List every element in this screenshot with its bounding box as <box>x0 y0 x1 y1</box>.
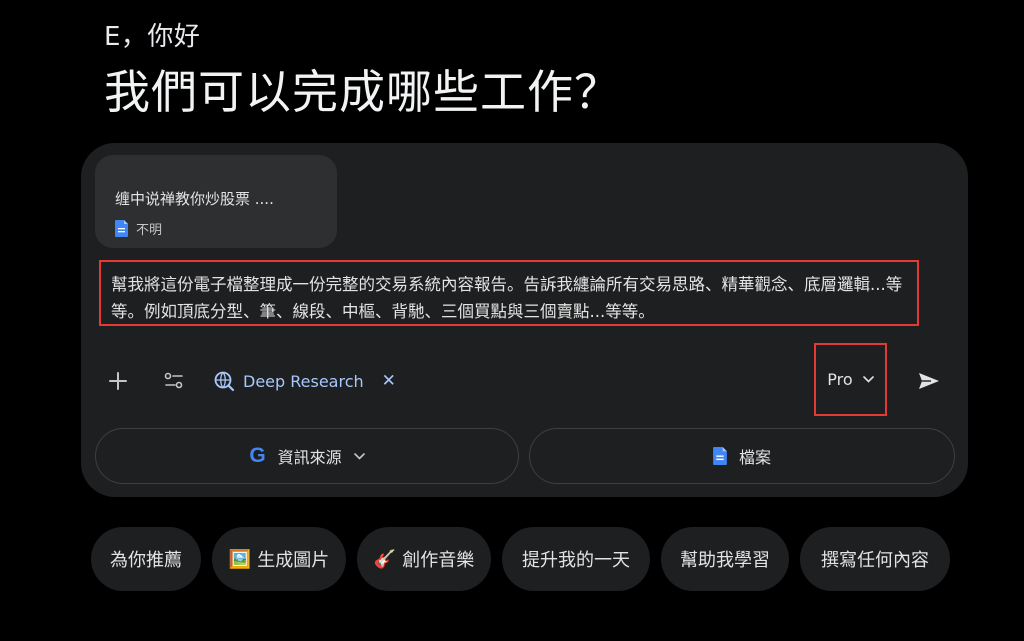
suggestion-chip[interactable]: 為你推薦 <box>91 527 201 591</box>
prompt-input[interactable]: 幫我將這份電子檔整理成一份完整的交易系統內容報告。告訴我纏論所有交易思路、精華觀… <box>99 260 919 326</box>
suggestion-chip[interactable]: 幫助我學習 <box>661 527 789 591</box>
attachment-meta: 不明 <box>115 219 162 238</box>
deep-research-icon <box>214 371 235 392</box>
suggestion-label: 幫助我學習 <box>680 550 770 571</box>
source-selector[interactable]: G 資訊來源 <box>95 428 519 484</box>
page-title: 我們可以完成哪些工作？ <box>104 65 621 119</box>
suggestion-label: 提升我的一天 <box>522 550 630 571</box>
suggestion-chip[interactable]: 提升我的一天 <box>502 527 650 591</box>
deep-research-label: Deep Research <box>243 371 364 391</box>
tools-icon <box>164 372 183 389</box>
prompt-composer: 缠中说禅教你炒股票 .... 不明 幫我將這份電子檔整理成一份完整的交易系統內容… <box>81 143 968 497</box>
attachment-meta-label: 不明 <box>136 223 163 238</box>
close-icon[interactable]: ✕ <box>382 371 396 391</box>
suggestion-chip[interactable]: 撰寫任何內容 <box>800 527 950 591</box>
attachment-title: 缠中说禅教你炒股票 .... <box>115 190 274 208</box>
suggestion-chip[interactable]: 🖼️ 生成圖片 <box>212 527 346 591</box>
composer-toolbar: Deep Research ✕ Pro <box>81 343 968 416</box>
google-icon: G <box>249 444 266 467</box>
document-icon <box>713 447 727 465</box>
send-button[interactable] <box>913 358 945 404</box>
model-label: Pro <box>827 370 853 389</box>
document-icon <box>115 220 128 237</box>
prompt-text: 幫我將這份電子檔整理成一份完整的交易系統內容報告。告訴我纏論所有交易思路、精華觀… <box>111 275 903 321</box>
suggestion-label: 生成圖片 <box>257 550 330 571</box>
files-button[interactable]: 檔案 <box>529 428 955 484</box>
picture-icon: 🖼️ <box>228 548 252 570</box>
tools-button[interactable] <box>154 358 194 404</box>
attachment-card[interactable]: 缠中说禅教你炒股票 .... 不明 <box>95 155 337 248</box>
source-label: 資訊來源 <box>277 448 342 467</box>
chevron-down-icon <box>353 452 365 460</box>
greeting: E，你好 <box>104 22 201 52</box>
deep-research-chip[interactable]: Deep Research ✕ <box>213 358 396 404</box>
suggestion-label: 創作音樂 <box>402 550 475 571</box>
send-icon <box>919 373 939 389</box>
suggestion-chip[interactable]: 🎸 創作音樂 <box>357 527 491 591</box>
plus-icon <box>109 372 127 390</box>
model-selector[interactable]: Pro <box>814 343 887 416</box>
chevron-down-icon <box>862 376 874 383</box>
guitar-icon: 🎸 <box>373 548 397 570</box>
suggestion-label: 撰寫任何內容 <box>821 550 929 571</box>
suggestion-label: 為你推薦 <box>110 550 182 571</box>
source-row: G 資訊來源 檔案 <box>95 428 955 484</box>
add-button[interactable] <box>98 358 138 404</box>
files-label: 檔案 <box>738 448 771 467</box>
